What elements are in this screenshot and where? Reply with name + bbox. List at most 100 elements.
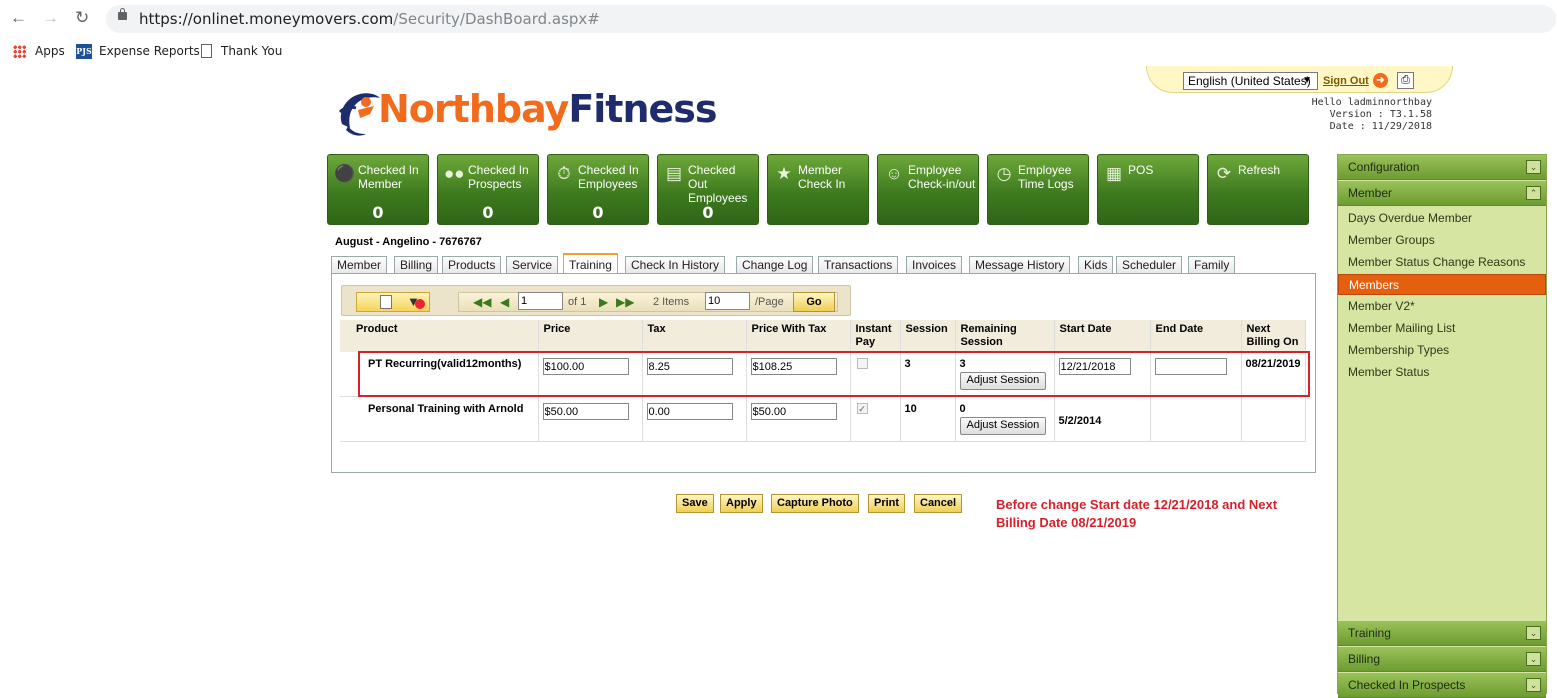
tab-service[interactable]: Service [506,256,559,274]
tile-refresh[interactable]: ⟳ Refresh [1207,154,1309,225]
apply-button[interactable]: Apply [720,494,763,513]
tab-check-in-history[interactable]: Check In History [625,256,726,274]
tile-member-check-in[interactable]: ★ Member Check In [767,154,869,225]
tile-employee-check-in-out[interactable]: ☺ Employee Check-in/out [877,154,979,225]
go-button[interactable]: Go [793,292,835,312]
tab-invoices[interactable]: Invoices [906,256,963,274]
tile-checked-out-employees[interactable]: ▤ Checked Out Employees 0 [657,154,759,225]
tab-billing[interactable]: Billing [394,256,439,274]
sidebar-item-members[interactable]: Members [1338,274,1546,295]
bookmark-thank-you[interactable]: Thank You [221,44,282,58]
sign-out-link[interactable]: Sign Out [1323,75,1369,87]
next-billing-cell [1241,396,1306,442]
tile-checked-in-prospects[interactable]: ●● Checked In Prospects 0 [437,154,539,225]
language-select-value: English (United States) [1188,74,1311,88]
section-label: Training [1348,626,1391,640]
page-size-input[interactable] [705,292,750,310]
sign-out-arrow-icon[interactable]: ➜ [1373,73,1388,88]
sidebar-section-billing[interactable]: Billing ⌄ [1338,647,1546,672]
tab-kids[interactable]: Kids [1078,256,1114,274]
tile-label: Checked In Prospects [468,163,529,191]
page-number-input[interactable] [518,292,563,310]
pos-terminal-icon: ▦ [1105,164,1123,183]
tab-products[interactable]: Products [442,256,502,274]
tab-message-history[interactable]: Message History [969,256,1071,274]
chevron-down-icon[interactable]: ⌄ [1526,652,1541,666]
table-header-row: Product Price Tax Price With Tax Instant… [340,320,1306,352]
sidebar-item-days-overdue-member[interactable]: Days Overdue Member [1338,208,1546,229]
chevron-down-icon[interactable]: ⌄ [1526,678,1541,692]
sidebar-item-member-groups[interactable]: Member Groups [1338,230,1546,251]
sidebar-section-checked-in-prospects[interactable]: Checked In Prospects ⌄ [1338,673,1546,698]
logo-swoosh-icon [338,93,380,136]
prev-page-icon[interactable]: ◀ [500,295,509,309]
star-icon: ★ [776,164,792,183]
section-label: Checked In Prospects [1348,678,1466,692]
bookmarks-bar: Apps PJS Expense Reports Thank You [0,40,1557,64]
cancel-button[interactable]: Cancel [914,494,963,513]
col-price-with-tax: Price With Tax [746,320,851,352]
back-arrow-icon[interactable]: ← [10,8,27,28]
tile-checked-in-member[interactable]: ⚫ Checked In Member 0 [327,154,429,225]
next-page-icon[interactable]: ▶ [599,295,608,309]
chevron-up-icon[interactable]: ⌃ [1526,186,1541,200]
tile-pos[interactable]: ▦ POS [1097,154,1199,225]
instant-pay-checkbox[interactable]: ✓ [856,403,868,414]
print-icon[interactable]: ⎙ [1397,72,1414,89]
price-with-tax-cell [746,396,851,442]
instant-pay-cell: ✓ [850,396,901,442]
tile-label: Refresh [1238,163,1281,177]
chevron-down-icon: ▼ [1302,75,1312,86]
sidebar-section-training[interactable]: Training ⌄ [1338,621,1546,646]
price-input[interactable] [542,403,629,420]
bookmark-apps[interactable]: Apps [35,44,65,58]
last-page-icon[interactable]: ▶▶ [616,295,634,309]
tile-label: Checked In Member [358,163,419,191]
tile-count: 0 [592,203,604,222]
tile-checked-in-employees[interactable]: ⏱ Checked In Employees 0 [547,154,649,225]
col-product: Product [340,320,539,352]
url-path: /Security/DashBoard.aspx# [393,10,600,28]
first-page-icon[interactable]: ◀◀ [473,295,491,309]
price-with-tax-input[interactable] [750,403,837,420]
grid-toolbar: ▼ ◀◀ ◀ of 1 ▶ ▶▶ 2 Items /Page Go [341,285,851,316]
tab-member[interactable]: Member [331,256,388,274]
remaining-cell: 0 Adjust Session [955,396,1055,442]
tab-training[interactable]: Training [563,253,618,275]
sidebar-item-member-status[interactable]: Member Status [1338,362,1546,383]
capture-photo-button[interactable]: Capture Photo [771,494,859,513]
url-host: https://onlinet.moneymovers.com [139,10,394,28]
tile-label: POS [1128,163,1154,177]
save-button[interactable]: Save [676,494,714,513]
tab-transactions[interactable]: Transactions [818,256,899,274]
sidebar-section-member[interactable]: Member ⌃ [1338,181,1546,206]
tab-family[interactable]: Family [1188,256,1236,274]
col-remaining-session: Remaining Session [955,320,1055,352]
tab-scheduler[interactable]: Scheduler [1116,256,1183,274]
logo-wordmark: NorthbayFitness [378,86,718,132]
per-page-label: /Page [755,296,784,308]
language-select[interactable]: English (United States) ▼ [1183,72,1318,90]
chevron-down-icon[interactable]: ⌄ [1526,626,1541,640]
print-button[interactable]: Print [868,494,906,513]
tax-input[interactable] [646,403,733,420]
forward-arrow-icon[interactable]: → [42,8,59,28]
sidebar-item-membership-types[interactable]: Membership Types [1338,340,1546,361]
sidebar-section-configuration[interactable]: Configuration ⌄ [1338,155,1546,180]
tab-change-log[interactable]: Change Log [736,256,814,274]
sidebar-item-member-mailing-list[interactable]: Member Mailing List [1338,318,1546,339]
tile-employee-time-logs[interactable]: ◷ Employee Time Logs [987,154,1089,225]
chevron-down-icon[interactable]: ⌄ [1526,160,1541,174]
sidebar-item-member-status-change-reasons[interactable]: Member Status Change Reasons [1338,252,1546,273]
bookmark-expense-reports[interactable]: Expense Reports [99,44,200,58]
sidebar-item-member-v2[interactable]: Member V2* [1338,296,1546,317]
adjust-session-button[interactable]: Adjust Session [959,417,1047,435]
hello-user: Hello ladminnorthbay [1311,97,1432,108]
clock-icon: ◷ [996,164,1012,183]
annotation-note: Before change Start date 12/21/2018 and … [996,496,1296,532]
col-instant-pay: Instant Pay [850,320,901,352]
new-record-icon[interactable] [380,295,392,309]
col-end-date: End Date [1150,320,1242,352]
logo-northbay: Northbay [378,87,569,131]
reload-icon[interactable]: ↻ [75,8,89,28]
